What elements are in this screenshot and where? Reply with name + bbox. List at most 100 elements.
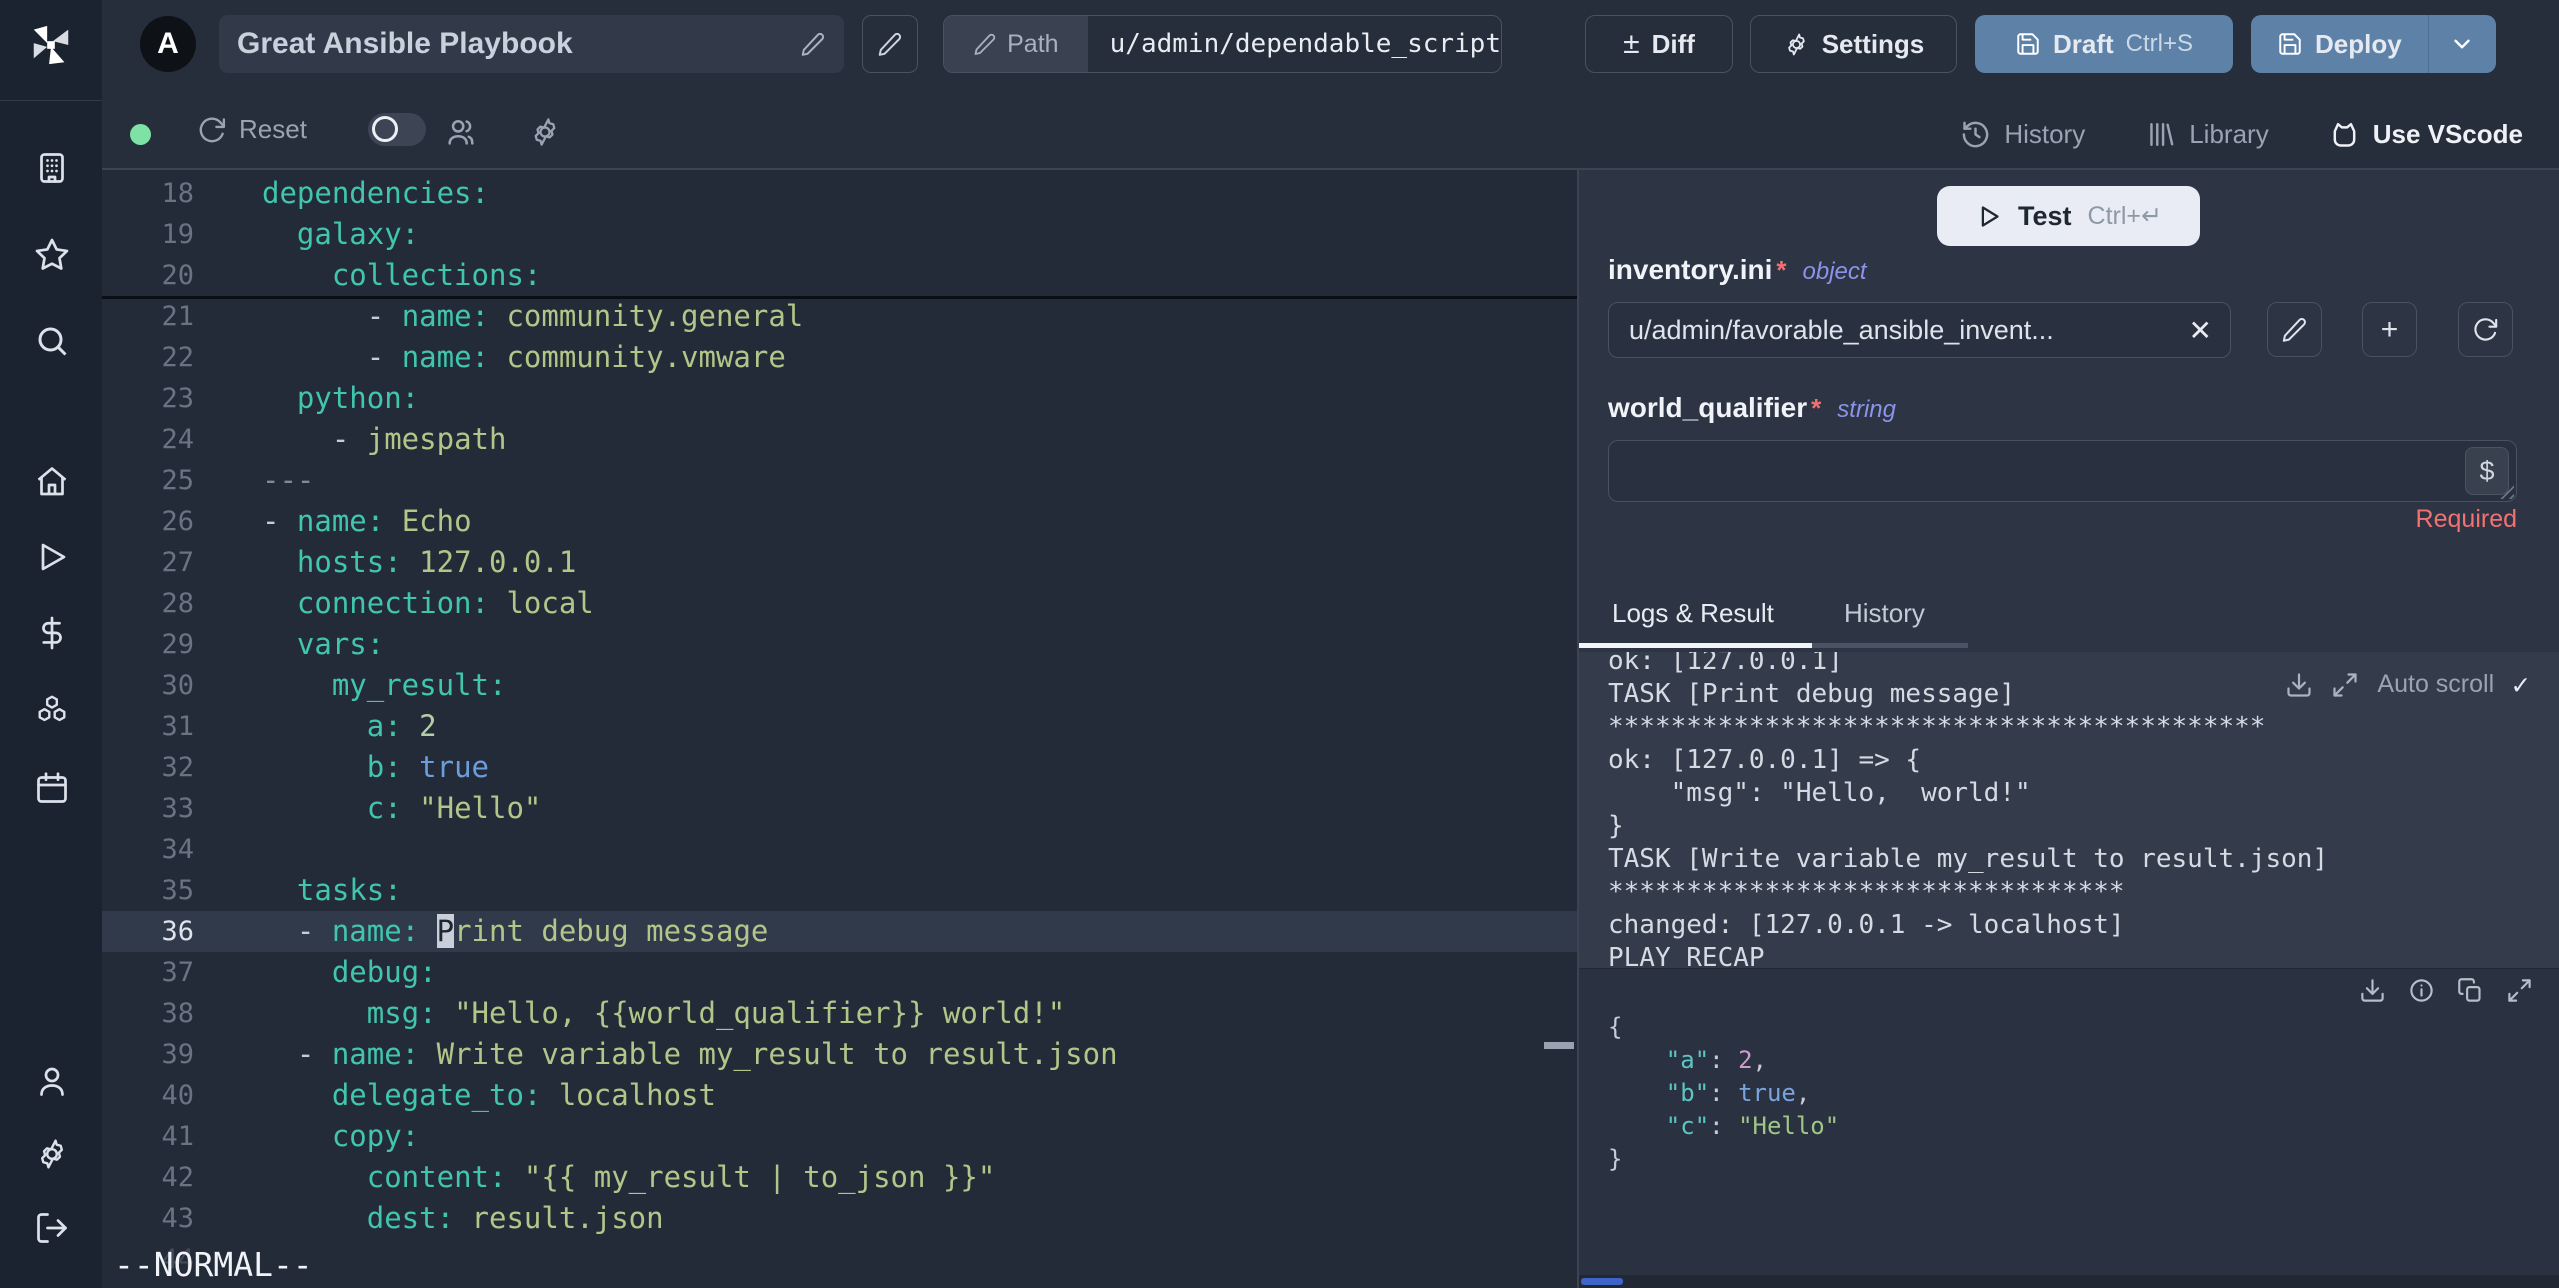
account-person-icon[interactable] [34,1063,70,1099]
panel-divider[interactable] [1577,168,1579,1288]
settings-gear-icon[interactable] [34,1136,70,1172]
result-controls [2359,977,2533,1004]
collaborators-users-icon[interactable] [444,115,478,149]
deploy-button[interactable]: Deploy [2251,15,2428,73]
code-line[interactable]: 23 python: [102,378,1577,419]
search-icon[interactable] [34,323,70,359]
deploy-dropdown-button[interactable] [2427,15,2496,73]
path-chip-button[interactable]: Path u/admin/dependable_script [943,15,1502,73]
edit-pencil-icon[interactable] [800,31,826,57]
code-line[interactable]: 33 c: "Hello" [102,788,1577,829]
inventory-field-label: inventory.ini * object [1608,254,1867,286]
code-editor[interactable]: 18 dependencies: 19 galaxy: 20 collections:… [102,168,1577,1288]
logs-pane[interactable]: ok: [127.0.0.1] TASK [Print debug message… [1579,652,2559,968]
variable-picker-button[interactable]: $ [2465,447,2509,495]
code-line[interactable]: 28 connection: local [102,583,1577,624]
clear-x-icon[interactable]: ✕ [2179,314,2212,347]
code-line[interactable]: 26 - name: Echo [102,501,1577,542]
settings-button[interactable]: Settings [1750,15,1957,73]
draft-button[interactable]: Draft Ctrl+S [1975,15,2233,73]
download-icon[interactable] [2359,977,2386,1004]
code-line[interactable]: 41 copy: [102,1116,1577,1157]
result-token: , [1795,1079,1811,1107]
line-number: 33 [161,793,194,824]
result-token: , [1752,1046,1767,1074]
path-label: Path [1007,29,1059,58]
code-line[interactable]: 35 tasks: [102,870,1577,911]
code-line[interactable]: 32 b: true [102,747,1577,788]
log-line: ****************************************… [1608,712,2266,742]
code-line[interactable]: 38 msg: "Hello, {{world_qualifier}} worl… [102,993,1577,1034]
logout-arrow-icon[interactable] [34,1210,70,1246]
diff-label: Diff [1651,28,1695,59]
edit-resource-button[interactable] [2267,302,2322,357]
code-line[interactable]: 39 - name: Write variable my_result to r… [102,1034,1577,1075]
windmill-logo-icon[interactable] [28,22,74,68]
code-line[interactable]: 25 --- [102,460,1577,501]
library-icon [2150,122,2174,146]
code-line[interactable]: 43 dest: result.json [102,1198,1577,1239]
expand-icon[interactable] [2331,671,2359,699]
code-line[interactable]: 22 - name: community.vmware [102,337,1577,378]
code-line[interactable]: 24 - jmespath [102,419,1577,460]
code-line[interactable]: 20 collections: [102,255,1577,296]
code-token: "{{ my_result | to_json }}" [506,1160,996,1194]
code-line[interactable]: 31 a: 2 [102,706,1577,747]
library-button[interactable]: Library [2145,119,2269,150]
result-pane[interactable]: { "a": 2, "b": true, "c": "Hello"} [1579,968,2559,1288]
horizontal-scrollbar-thumb[interactable] [1581,1278,1623,1285]
result-line: } [1608,1143,1839,1176]
inventory-input[interactable] [1627,313,2179,347]
favorites-star-icon[interactable] [34,237,70,273]
script-title-input[interactable]: Great Ansible Playbook [219,15,844,73]
clipboard-copy-icon[interactable] [2457,977,2484,1004]
refresh-resource-button[interactable] [2458,302,2513,357]
variables-dollar-icon[interactable] [34,615,70,651]
diff-button[interactable]: ± Diff [1585,15,1733,73]
code-line[interactable]: 21 - name: community.general [102,296,1577,337]
add-resource-button[interactable]: + [2362,302,2417,357]
home-icon[interactable] [34,464,70,500]
code-line[interactable]: 19 galaxy: [102,214,1577,255]
result-tabs: Logs & Result History [1579,598,2559,643]
diff-mode-toggle[interactable] [368,113,426,146]
world-input[interactable] [1623,447,2456,495]
history-button[interactable]: History [1960,119,2085,150]
code-line[interactable]: 44 [102,1239,1577,1280]
code-line[interactable]: 42 content: "{{ my_result | to_json }}" [102,1157,1577,1198]
info-icon[interactable] [2408,977,2435,1004]
path-label-segment: Path [944,16,1088,72]
code-line[interactable]: 18 dependencies: [102,173,1577,214]
code-line[interactable]: 30 my_result: [102,665,1577,706]
code-token: true [401,750,489,784]
test-button[interactable]: Test Ctrl+↵ [1937,186,2200,246]
editor-settings-gear-icon[interactable] [528,115,562,149]
workspace-building-icon[interactable] [34,150,70,186]
resources-cubes-icon[interactable] [34,693,70,729]
scrollbar-cursor-marker[interactable] [1544,1042,1574,1049]
code-line[interactable]: 36 - name: Print debug message [102,911,1577,952]
runs-play-icon[interactable] [34,539,70,575]
code-line[interactable]: 27 hosts: 127.0.0.1 [102,542,1577,583]
tab-history[interactable]: History [1844,598,1925,629]
autoscroll-check-icon[interactable]: ✓ [2512,668,2529,701]
edit-title-button[interactable] [862,15,918,73]
code-line[interactable]: 34 [102,829,1577,870]
fullscreen-icon[interactable] [2506,977,2533,1004]
schedules-calendar-icon[interactable] [34,770,70,806]
tab-logs-result[interactable]: Logs & Result [1612,598,1774,629]
dollar-icon: $ [2479,455,2495,486]
line-number: 40 [161,1080,194,1111]
code-text: b: true [262,747,489,788]
code-line[interactable]: 37 debug: [102,952,1577,993]
use-vscode-button[interactable]: Use VScode [2329,119,2523,150]
download-icon[interactable] [2285,671,2313,699]
tab-scrollbar[interactable] [1812,643,1968,648]
code-line[interactable]: 40 delegate_to: localhost [102,1075,1577,1116]
code-text: copy: [262,1116,419,1157]
reset-button[interactable]: Reset [197,114,307,145]
code-text: collections: [262,255,542,296]
code-line[interactable]: 29 vars: [102,624,1577,665]
